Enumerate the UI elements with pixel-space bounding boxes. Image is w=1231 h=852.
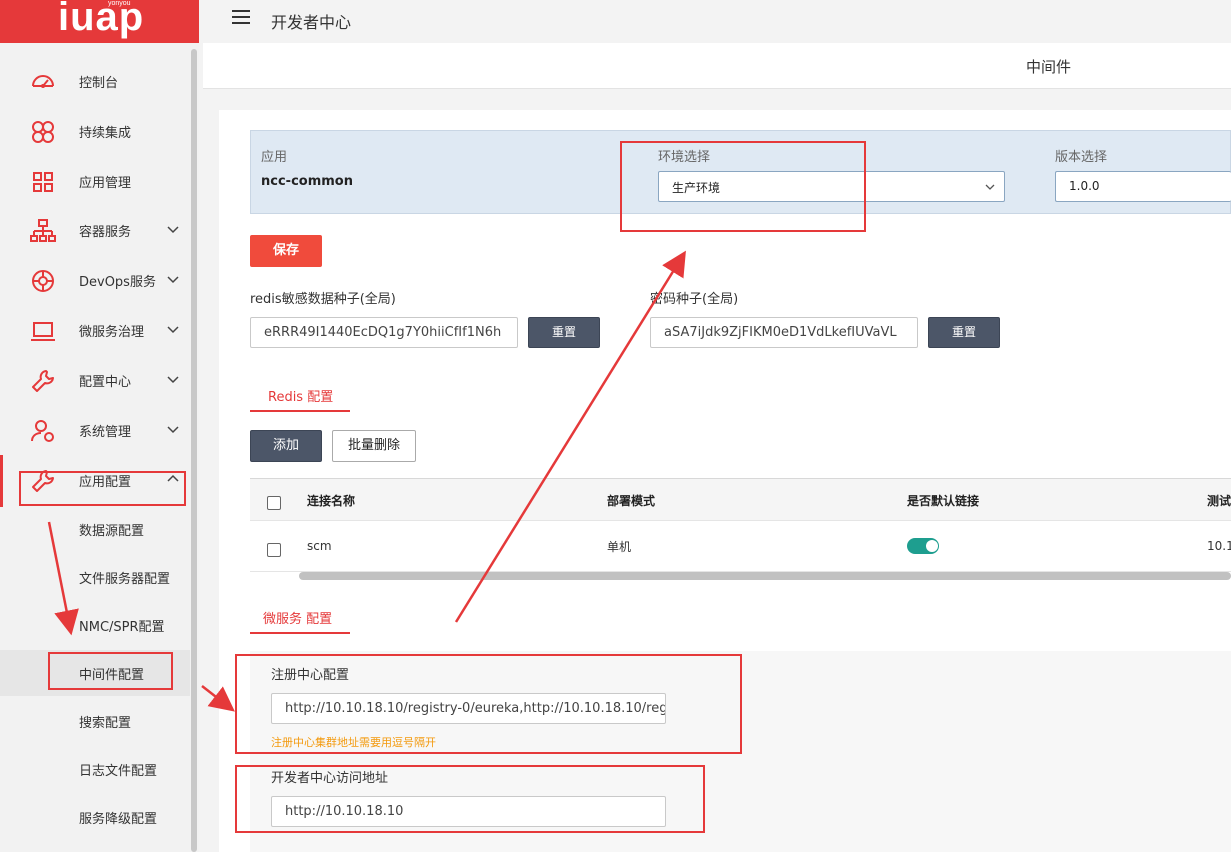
apps-grid-icon xyxy=(33,172,53,192)
chevron-down-icon xyxy=(167,276,179,284)
reset-redis-seed-button[interactable]: 重置 xyxy=(528,317,600,348)
container-icon xyxy=(30,219,56,242)
sidebar-item-devops[interactable]: DevOps服务 xyxy=(0,260,190,300)
tab-redis[interactable]: Redis 配置 xyxy=(268,386,333,405)
sidebar-item-label: 持续集成 xyxy=(79,126,132,141)
select-all-checkbox[interactable] xyxy=(267,496,281,510)
cell-mode: 单机 xyxy=(607,540,632,554)
annotation-box-dev-center xyxy=(235,765,705,833)
sidebar-subitem-label: 服务降级配置 xyxy=(79,812,158,827)
sidebar-item-label: 微服务治理 xyxy=(79,325,145,340)
sidebar-item-label: 容器服务 xyxy=(79,225,132,240)
menu-icon[interactable] xyxy=(232,10,250,24)
version-select-value: 1.0.0 xyxy=(1069,179,1100,193)
header-title: 开发者中心 xyxy=(271,13,352,32)
sidebar-item-label: DevOps服务 xyxy=(79,275,156,290)
sidebar-subitem-datasource[interactable]: 数据源配置 xyxy=(0,506,190,552)
tab-redis-underline xyxy=(250,410,350,412)
sidebar-scrollbar[interactable] xyxy=(191,49,197,852)
user-gear-icon xyxy=(31,420,54,442)
dashboard-icon xyxy=(32,75,54,88)
annotation-box-middleware xyxy=(48,652,173,690)
sidebar-item-dashboard[interactable]: 控制台 xyxy=(0,61,190,101)
sidebar-subitem-label: NMC/SPR配置 xyxy=(79,620,165,635)
sidebar-item-integration[interactable]: 持续集成 xyxy=(0,111,190,151)
sidebar-item-microservice-governance[interactable]: 微服务治理 xyxy=(0,310,190,350)
page-title: 中间件 xyxy=(1026,58,1072,76)
table-header xyxy=(250,478,1231,521)
sidebar-item-label: 应用管理 xyxy=(79,176,132,191)
column-header-mode: 部署模式 xyxy=(607,494,656,508)
column-header-test: 测试 xyxy=(1207,494,1231,508)
password-seed-label: 密码种子(全局) xyxy=(650,292,739,307)
app-value: ncc-common xyxy=(261,174,353,189)
sidebar-subitem-service-degrade[interactable]: 服务降级配置 xyxy=(0,794,190,840)
integration-icon xyxy=(32,121,54,143)
sidebar-subitem-log-file[interactable]: 日志文件配置 xyxy=(0,746,190,792)
sidebar-item-app-management[interactable]: 应用管理 xyxy=(0,161,190,201)
sidebar-subitem-label: 数据源配置 xyxy=(79,524,145,539)
tab-microservice[interactable]: 微服务 配置 xyxy=(263,608,332,627)
table-horizontal-scrollbar[interactable] xyxy=(299,572,1231,580)
tab-microservice-underline xyxy=(250,632,350,634)
redis-seed-label: redis敏感数据种子(全局) xyxy=(250,292,396,307)
top-header xyxy=(199,0,1231,43)
logo-subtext: yonyou xyxy=(108,0,131,7)
laptop-icon xyxy=(31,322,55,341)
lifebuoy-icon xyxy=(32,270,54,292)
sidebar-subitem-label: 搜索配置 xyxy=(79,716,132,731)
row-checkbox[interactable] xyxy=(267,543,281,557)
annotation-box-registry xyxy=(235,654,742,754)
sidebar-item-label: 控制台 xyxy=(79,76,119,91)
app-label: 应用 xyxy=(261,150,288,165)
logo[interactable]: iuap xyxy=(58,0,144,40)
chevron-down-icon xyxy=(985,184,995,190)
chevron-down-icon xyxy=(167,226,179,234)
cell-test: 10.10 xyxy=(1207,539,1231,553)
chevron-down-icon xyxy=(167,376,179,384)
toggle-knob xyxy=(926,540,938,552)
chevron-down-icon xyxy=(167,326,179,334)
sidebar-item-config-center[interactable]: 配置中心 xyxy=(0,360,190,400)
sidebar-subitem-label: 文件服务器配置 xyxy=(79,572,171,587)
add-button[interactable]: 添加 xyxy=(250,430,322,462)
annotation-box-env xyxy=(620,141,866,232)
wrench-icon xyxy=(32,370,54,392)
sidebar-item-system-management[interactable]: 系统管理 xyxy=(0,410,190,450)
column-header-default: 是否默认链接 xyxy=(907,494,980,508)
version-select[interactable]: 1.0.0 xyxy=(1055,171,1231,202)
sidebar-item-container[interactable]: 容器服务 xyxy=(0,210,190,250)
cell-name: scm xyxy=(307,539,332,553)
batch-delete-button[interactable]: 批量删除 xyxy=(332,430,416,462)
sidebar-subitem-nmc-spr[interactable]: NMC/SPR配置 xyxy=(0,602,190,648)
redis-seed-input[interactable]: eRRR49I1440EcDQ1g7Y0hiiCfIf1N6h xyxy=(250,317,518,348)
sidebar-subitem-search[interactable]: 搜索配置 xyxy=(0,698,190,744)
sidebar-item-label: 配置中心 xyxy=(79,375,132,390)
sidebar-item-label: 系统管理 xyxy=(79,425,132,440)
column-header-name: 连接名称 xyxy=(307,494,356,508)
sidebar-subitem-file-server[interactable]: 文件服务器配置 xyxy=(0,554,190,600)
password-seed-input[interactable]: aSA7iJdk9ZjFIKM0eD1VdLkefIUVaVL xyxy=(650,317,918,348)
page-title-bar xyxy=(203,43,1231,89)
version-label: 版本选择 xyxy=(1055,150,1108,165)
reset-password-seed-button[interactable]: 重置 xyxy=(928,317,1000,348)
chevron-down-icon xyxy=(167,426,179,434)
annotation-box-app-config xyxy=(19,471,186,506)
save-button[interactable]: 保存 xyxy=(250,235,322,267)
sidebar-subitem-label: 日志文件配置 xyxy=(79,764,158,779)
